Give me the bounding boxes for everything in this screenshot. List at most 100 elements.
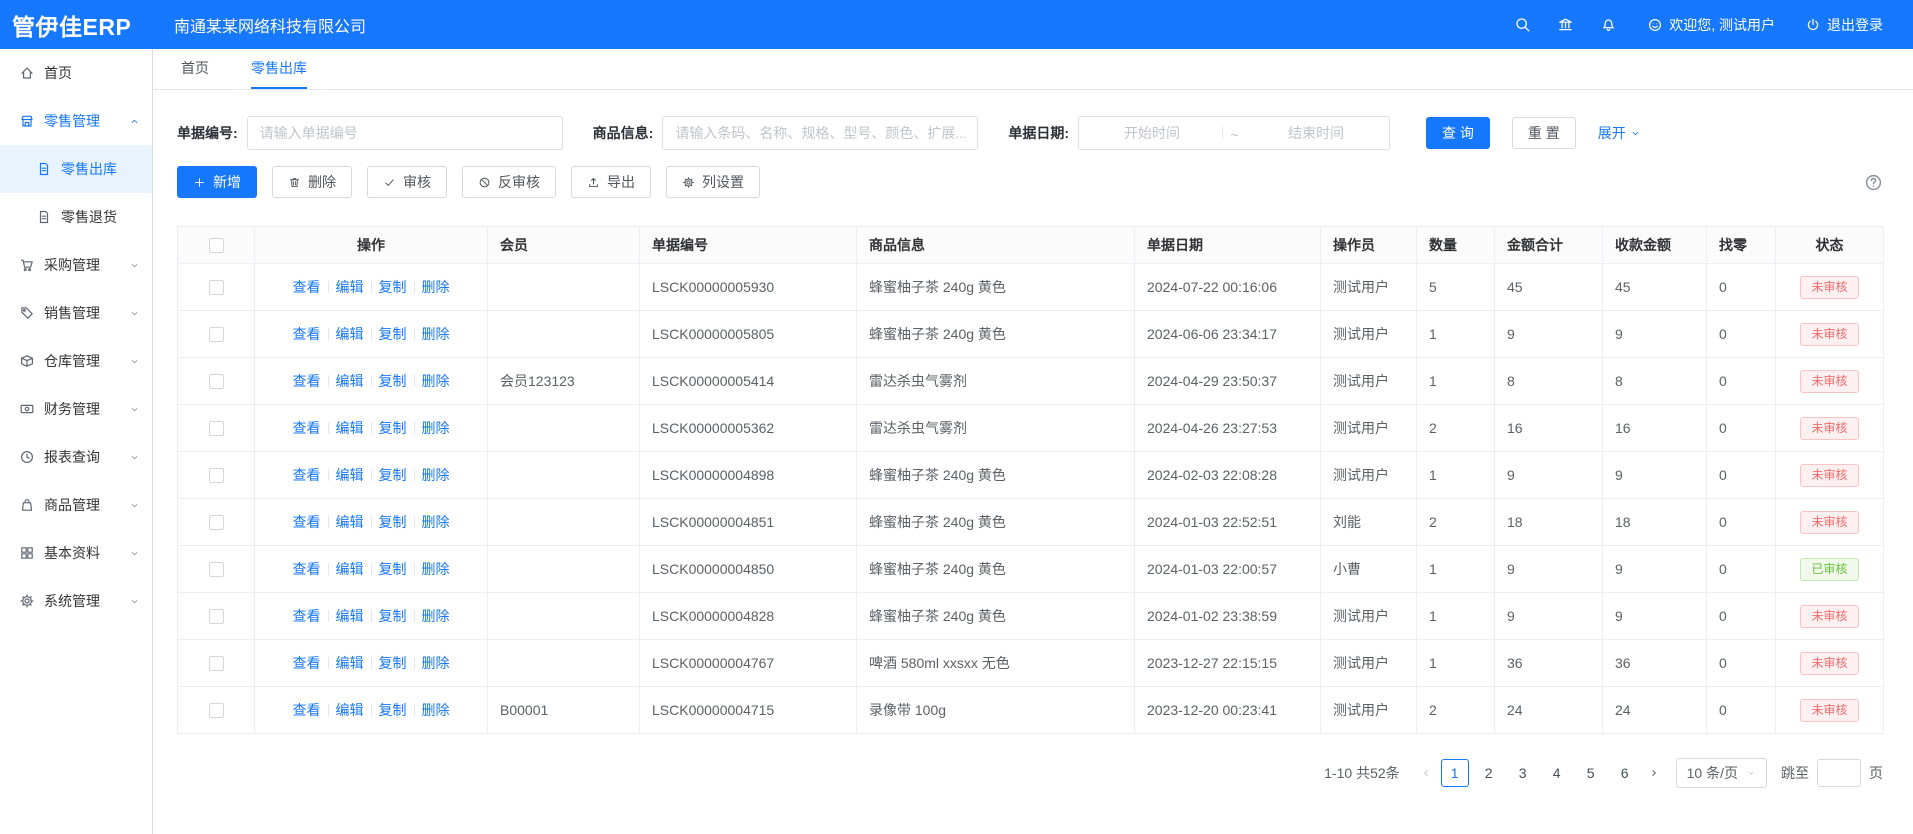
page-button-6[interactable]: 6 <box>1611 759 1639 787</box>
row-checkbox[interactable] <box>209 468 224 483</box>
row-action-view[interactable]: 查看 <box>293 420 321 436</box>
tab-home[interactable]: 首页 <box>181 49 209 89</box>
sidebar-item-report[interactable]: 报表查询 <box>0 433 152 481</box>
add-button[interactable]: 新增 <box>177 166 257 198</box>
page-button-2[interactable]: 2 <box>1475 759 1503 787</box>
row-action-view[interactable]: 查看 <box>293 467 321 483</box>
sidebar-item-retail[interactable]: 零售管理 <box>0 97 152 145</box>
row-checkbox[interactable] <box>209 515 224 530</box>
sidebar-item-purchase[interactable]: 采购管理 <box>0 241 152 289</box>
row-action-edit[interactable]: 编辑 <box>336 467 364 483</box>
reset-button[interactable]: 重 置 <box>1512 117 1576 149</box>
notifications-bell-icon[interactable] <box>1600 16 1617 33</box>
column-header: 操作 <box>255 227 488 264</box>
sidebar-subitem-retail-return[interactable]: 零售退货 <box>0 193 152 241</box>
sidebar-item-label: 系统管理 <box>44 591 100 611</box>
page-button-3[interactable]: 3 <box>1509 759 1537 787</box>
expand-toggle[interactable]: 展开 <box>1598 123 1641 143</box>
sidebar-item-basic[interactable]: 基本资料 <box>0 529 152 577</box>
column-settings-button[interactable]: 列设置 <box>666 166 760 198</box>
audit-button[interactable]: 审核 <box>367 166 447 198</box>
row-action-copy[interactable]: 复制 <box>379 608 407 624</box>
page-button-1[interactable]: 1 <box>1441 759 1469 787</box>
cell-amount: 16 <box>1495 405 1603 452</box>
row-action-copy[interactable]: 复制 <box>379 702 407 718</box>
next-page-button[interactable] <box>1648 767 1660 779</box>
sidebar-item-home[interactable]: 首页 <box>0 49 152 97</box>
sidebar-item-goods[interactable]: 商品管理 <box>0 481 152 529</box>
sidebar-item-system[interactable]: 系统管理 <box>0 577 152 625</box>
row-action-edit[interactable]: 编辑 <box>336 702 364 718</box>
row-action-edit[interactable]: 编辑 <box>336 326 364 342</box>
row-checkbox[interactable] <box>209 421 224 436</box>
column-header: 单据日期 <box>1135 227 1321 264</box>
logout-button[interactable]: 退出登录 <box>1805 15 1883 35</box>
bill-no-input[interactable] <box>247 116 563 150</box>
select-all-checkbox[interactable] <box>209 238 224 253</box>
row-action-edit[interactable]: 编辑 <box>336 373 364 389</box>
row-action-view[interactable]: 查看 <box>293 608 321 624</box>
organization-icon[interactable] <box>1557 16 1574 33</box>
row-action-copy[interactable]: 复制 <box>379 655 407 671</box>
jump-input[interactable] <box>1817 759 1861 787</box>
row-action-view[interactable]: 查看 <box>293 326 321 342</box>
chevron-down-icon <box>1630 128 1641 139</box>
prev-page-button[interactable] <box>1420 767 1432 779</box>
row-action-copy[interactable]: 复制 <box>379 326 407 342</box>
goods-info-input[interactable] <box>662 116 978 150</box>
row-action-edit[interactable]: 编辑 <box>336 655 364 671</box>
row-checkbox[interactable] <box>209 327 224 342</box>
row-action-delete[interactable]: 删除 <box>422 373 450 389</box>
row-checkbox[interactable] <box>209 703 224 718</box>
row-action-edit[interactable]: 编辑 <box>336 420 364 436</box>
export-button[interactable]: 导出 <box>571 166 651 198</box>
row-action-delete[interactable]: 删除 <box>422 655 450 671</box>
delete-button[interactable]: 删除 <box>272 166 352 198</box>
row-action-view[interactable]: 查看 <box>293 655 321 671</box>
date-range-input[interactable]: 开始时间 ~ 结束时间 <box>1078 116 1390 150</box>
search-button[interactable]: 查 询 <box>1426 117 1490 149</box>
sidebar-item-warehouse[interactable]: 仓库管理 <box>0 337 152 385</box>
row-checkbox[interactable] <box>209 656 224 671</box>
row-action-copy[interactable]: 复制 <box>379 514 407 530</box>
row-action-edit[interactable]: 编辑 <box>336 608 364 624</box>
page-button-5[interactable]: 5 <box>1577 759 1605 787</box>
row-action-copy[interactable]: 复制 <box>379 373 407 389</box>
user-welcome[interactable]: 欢迎您, 测试用户 <box>1647 15 1775 35</box>
row-action-edit[interactable]: 编辑 <box>336 514 364 530</box>
row-action-view[interactable]: 查看 <box>293 561 321 577</box>
row-action-delete[interactable]: 删除 <box>422 467 450 483</box>
sidebar-subitem-retail-outbound[interactable]: 零售出库 <box>0 145 152 193</box>
row-action-copy[interactable]: 复制 <box>379 279 407 295</box>
row-action-copy[interactable]: 复制 <box>379 561 407 577</box>
unaudit-button[interactable]: 反审核 <box>462 166 556 198</box>
search-icon[interactable] <box>1514 16 1531 33</box>
page-button-4[interactable]: 4 <box>1543 759 1571 787</box>
row-action-delete[interactable]: 删除 <box>422 514 450 530</box>
row-action-delete[interactable]: 删除 <box>422 702 450 718</box>
row-checkbox[interactable] <box>209 609 224 624</box>
sidebar-item-sales[interactable]: 销售管理 <box>0 289 152 337</box>
row-action-copy[interactable]: 复制 <box>379 420 407 436</box>
cell-goods: 蜂蜜柚子茶 240g 黄色 <box>857 546 1135 593</box>
row-action-edit[interactable]: 编辑 <box>336 279 364 295</box>
row-action-copy[interactable]: 复制 <box>379 467 407 483</box>
row-action-view[interactable]: 查看 <box>293 373 321 389</box>
row-action-delete[interactable]: 删除 <box>422 420 450 436</box>
row-action-view[interactable]: 查看 <box>293 514 321 530</box>
row-checkbox[interactable] <box>209 562 224 577</box>
row-action-view[interactable]: 查看 <box>293 279 321 295</box>
cell-amount: 8 <box>1495 358 1603 405</box>
row-action-delete[interactable]: 删除 <box>422 326 450 342</box>
row-action-delete[interactable]: 删除 <box>422 561 450 577</box>
page-size-select[interactable]: 10 条/页 <box>1676 758 1767 788</box>
row-action-delete[interactable]: 删除 <box>422 608 450 624</box>
sidebar-item-finance[interactable]: 财务管理 <box>0 385 152 433</box>
row-action-view[interactable]: 查看 <box>293 702 321 718</box>
row-action-edit[interactable]: 编辑 <box>336 561 364 577</box>
row-checkbox[interactable] <box>209 374 224 389</box>
row-checkbox[interactable] <box>209 280 224 295</box>
help-icon[interactable] <box>1864 173 1883 192</box>
row-action-delete[interactable]: 删除 <box>422 279 450 295</box>
tab-retail-outbound[interactable]: 零售出库 <box>251 49 307 89</box>
